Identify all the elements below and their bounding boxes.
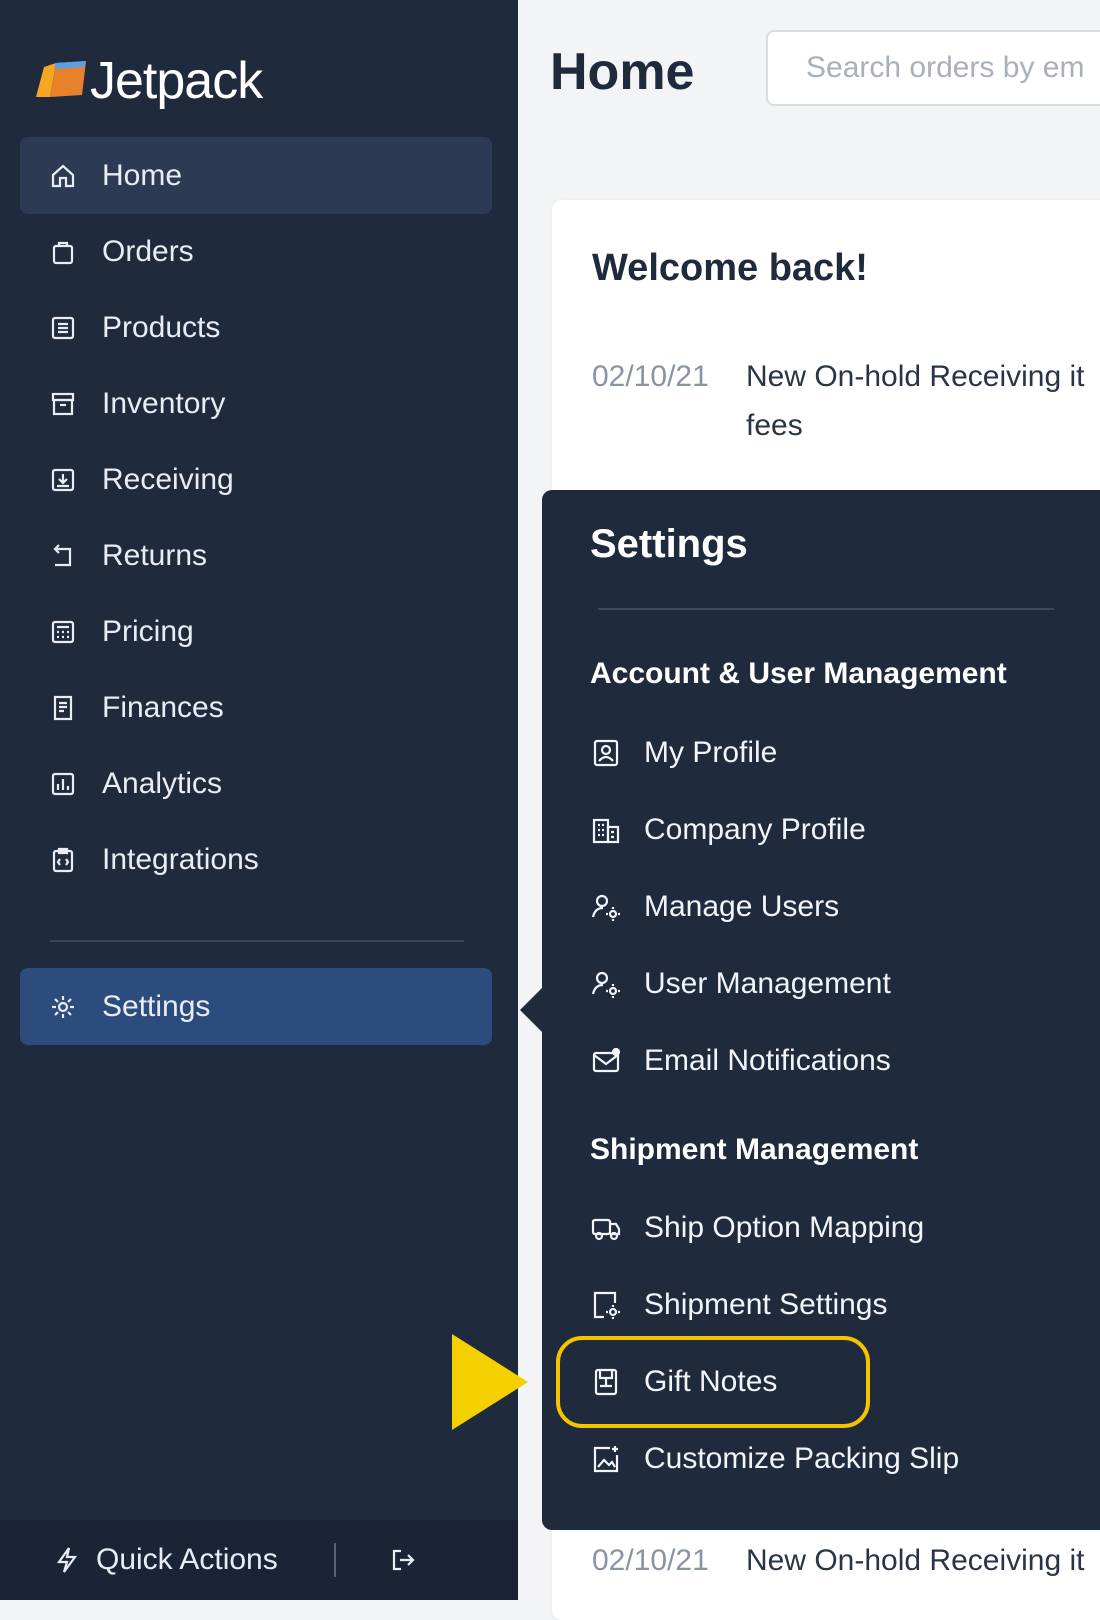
sidebar-item-label: Finances bbox=[102, 690, 224, 724]
sidebar-item-label: Analytics bbox=[102, 766, 223, 800]
search-input[interactable] bbox=[766, 30, 1100, 106]
settings-popover-title: Settings bbox=[590, 522, 748, 566]
menu-item-label: Gift Notes bbox=[644, 1365, 778, 1398]
menu-item-shipment-settings[interactable]: Shipment Settings bbox=[590, 1280, 887, 1330]
brand-logo[interactable]: Jetpack bbox=[36, 46, 263, 116]
sidebar-item-label: Settings bbox=[102, 989, 211, 1023]
sidebar-item-label: Orders bbox=[102, 234, 194, 268]
news-text-line: New On-hold Receiving it bbox=[746, 1544, 1085, 1577]
sidebar-item-inventory[interactable]: Inventory bbox=[20, 365, 492, 442]
menu-item-label: Manage Users bbox=[644, 890, 840, 923]
sidebar-item-home[interactable]: Home bbox=[20, 137, 492, 214]
truck-icon bbox=[590, 1212, 622, 1244]
news-item[interactable]: New On-hold Receiving it bbox=[746, 1536, 1084, 1585]
menu-item-label: Ship Option Mapping bbox=[644, 1211, 925, 1244]
user-gear-icon bbox=[590, 968, 622, 1000]
list-icon bbox=[48, 313, 78, 343]
sidebar-item-returns[interactable]: Returns bbox=[20, 517, 492, 594]
news-date: 02/10/21 bbox=[592, 360, 709, 393]
shipment-settings-icon bbox=[590, 1289, 622, 1321]
sidebar-item-integrations[interactable]: Integrations bbox=[20, 821, 492, 898]
sidebar-item-analytics[interactable]: Analytics bbox=[20, 745, 492, 822]
menu-item-gift-notes[interactable]: Gift Notes bbox=[590, 1357, 777, 1407]
calculator-icon bbox=[48, 617, 78, 647]
code-clipboard-icon bbox=[48, 845, 78, 875]
user-gear-icon bbox=[590, 891, 622, 923]
image-doc-icon bbox=[590, 1443, 622, 1475]
menu-item-label: Email Notifications bbox=[644, 1044, 891, 1077]
sidebar-item-orders[interactable]: Orders bbox=[20, 213, 492, 290]
welcome-heading: Welcome back! bbox=[592, 247, 868, 289]
gear-icon bbox=[48, 992, 78, 1022]
sidebar-item-label: Pricing bbox=[102, 614, 194, 648]
menu-item-label: Customize Packing Slip bbox=[644, 1442, 960, 1475]
sidebar-item-products[interactable]: Products bbox=[20, 289, 492, 366]
logout-icon[interactable] bbox=[388, 1545, 418, 1575]
section-heading-account: Account & User Management bbox=[590, 657, 1007, 690]
sidebar-item-settings[interactable]: Settings bbox=[20, 968, 492, 1045]
download-box-icon bbox=[48, 465, 78, 495]
news-date: 02/10/21 bbox=[592, 1544, 709, 1577]
receipt-icon bbox=[48, 693, 78, 723]
menu-item-customize-packing-slip[interactable]: Customize Packing Slip bbox=[590, 1434, 959, 1484]
menu-item-label: Company Profile bbox=[644, 813, 866, 846]
sidebar-divider bbox=[50, 940, 464, 942]
menu-item-label: My Profile bbox=[644, 736, 778, 769]
sidebar-item-label: Home bbox=[102, 158, 183, 192]
settings-popover-arrow bbox=[520, 986, 544, 1034]
footer-separator bbox=[333, 1543, 336, 1577]
news-text-line: fees bbox=[746, 409, 803, 442]
quick-actions-button[interactable]: Quick Actions bbox=[52, 1543, 278, 1577]
sidebar-item-pricing[interactable]: Pricing bbox=[20, 593, 492, 670]
lightning-icon bbox=[52, 1545, 82, 1575]
settings-popover-divider bbox=[598, 608, 1054, 610]
sidebar: Jetpack Home Orders Products Inventory R… bbox=[0, 0, 518, 1600]
section-heading-shipment: Shipment Management bbox=[590, 1133, 919, 1166]
news-item[interactable]: New On-hold Receiving it fees bbox=[746, 352, 1084, 450]
sidebar-item-label: Products bbox=[102, 310, 221, 344]
pointer-arrow bbox=[452, 1334, 528, 1430]
profile-icon bbox=[590, 737, 622, 769]
jetpack-logo-icon bbox=[36, 60, 86, 97]
archive-icon bbox=[48, 389, 78, 419]
sidebar-footer: Quick Actions bbox=[0, 1520, 518, 1600]
menu-item-label: User Management bbox=[644, 967, 891, 1000]
sidebar-item-receiving[interactable]: Receiving bbox=[20, 441, 492, 518]
menu-item-label: Shipment Settings bbox=[644, 1288, 888, 1321]
home-icon bbox=[48, 161, 78, 191]
chart-icon bbox=[48, 769, 78, 799]
sidebar-item-finances[interactable]: Finances bbox=[20, 669, 492, 746]
return-icon bbox=[48, 541, 78, 571]
gift-note-icon bbox=[590, 1366, 622, 1398]
shopping-bag-icon bbox=[48, 237, 78, 267]
sidebar-item-label: Returns bbox=[102, 538, 208, 572]
page-title: Home bbox=[550, 43, 695, 101]
menu-item-my-profile[interactable]: My Profile bbox=[590, 728, 777, 778]
news-text-line: New On-hold Receiving it bbox=[746, 360, 1085, 393]
sidebar-item-label: Receiving bbox=[102, 462, 234, 496]
building-icon bbox=[590, 814, 622, 846]
mail-icon bbox=[590, 1045, 622, 1077]
menu-item-ship-option-mapping[interactable]: Ship Option Mapping bbox=[590, 1203, 924, 1253]
sidebar-item-label: Integrations bbox=[102, 842, 259, 876]
menu-item-manage-users[interactable]: Manage Users bbox=[590, 882, 839, 932]
menu-item-email-notifications[interactable]: Email Notifications bbox=[590, 1036, 891, 1086]
menu-item-user-management[interactable]: User Management bbox=[590, 959, 891, 1009]
sidebar-item-label: Inventory bbox=[102, 386, 226, 420]
menu-item-company-profile[interactable]: Company Profile bbox=[590, 805, 866, 855]
brand-name: Jetpack bbox=[90, 52, 263, 110]
quick-actions-label: Quick Actions bbox=[96, 1543, 278, 1576]
